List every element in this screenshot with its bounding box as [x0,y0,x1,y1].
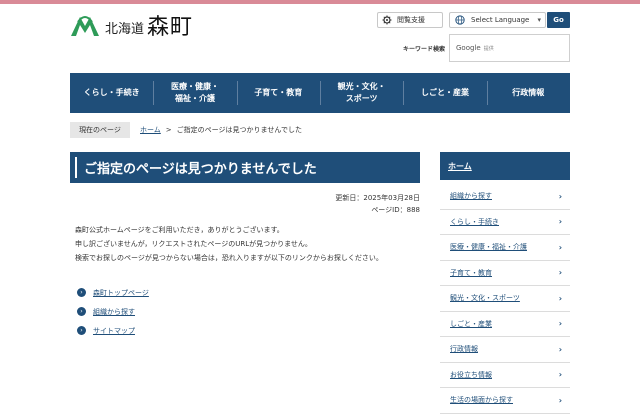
breadcrumb-separator-icon: > [165,126,172,134]
sidebar-item-label: 生活の場面から探す [450,396,513,405]
list-item: › 森町トップページ [77,283,149,302]
chevron-down-icon: ▾ [537,16,541,24]
chevron-right-icon: › [77,307,86,316]
logo-mark-icon [71,16,99,36]
breadcrumb: ホーム > ご指定のページは見つかりませんでした [140,122,302,138]
chevron-right-icon: › [558,191,562,201]
list-item: › 組織から探す [77,302,149,321]
body-paragraph: 申し訳ございませんが，リクエストされたページのURLが見つかりません。 [75,240,312,248]
list-item: › サイトマップ [77,321,149,340]
sidebar-item-living[interactable]: くらし・手続き › [440,210,570,235]
top-accent-bar [0,0,640,4]
body-paragraph: 森町公式ホームページをご利用いただき，ありがとうございます。 [75,226,284,234]
nav-item-work-industry[interactable]: しごと・産業 [403,73,486,113]
chevron-right-icon: › [558,395,562,405]
search-brand-sub: 提供 [483,45,494,52]
sidebar-item-label: 組織から探す [450,192,492,201]
sidebar-item-useful-info[interactable]: お役立ち情報 › [440,363,570,388]
sidebar-item-label: 子育て・教育 [450,268,492,277]
page-body: 森町公式ホームページをご利用いただき，ありがとうございます。 申し訳ございません… [75,223,420,265]
sidebar-menu: 組織から探す › くらし・手続き › 医療・健康・福祉・介護 › 子育て・教育 › 観光… [440,184,570,414]
chevron-right-icon: › [558,293,562,303]
chevron-right-icon: › [77,288,86,297]
sidebar-item-label: 観光・文化・スポーツ [450,294,520,303]
sidebar-item-label: しごと・産業 [450,319,492,328]
sidebar-item-administration[interactable]: 行政情報 › [440,337,570,363]
sidebar-item-childcare-education[interactable]: 子育て・教育 › [440,261,570,286]
sidebar-item-label: くらし・手続き [450,217,499,226]
chevron-right-icon: › [558,319,562,329]
sitemap-link[interactable]: サイトマップ [93,326,135,336]
gear-icon [382,15,392,25]
chevron-right-icon: › [558,344,562,354]
chevron-right-icon: › [558,370,562,380]
sidebar-item-life-scenes[interactable]: 生活の場面から探す › [440,388,570,414]
nav-item-health-welfare[interactable]: 医療・健康・ 福祉・介護 [153,73,236,113]
site-logo[interactable]: 北海道 森町 [70,12,194,40]
sidebar-item-label: お役立ち情報 [450,370,492,379]
language-select[interactable]: Select Language ▾ [449,12,546,28]
language-go-button[interactable]: Go [547,12,570,28]
nav-item-childcare-education[interactable]: 子育て・教育 [236,73,320,113]
nav-item-health-welfare-label: 医療・健康・ 福祉・介護 [170,82,219,103]
sidebar-item-health-welfare[interactable]: 医療・健康・福祉・介護 › [440,235,570,261]
sidebar-item-tourism-culture[interactable]: 観光・文化・スポーツ › [440,286,570,312]
reading-support-label: 閲覧支援 [397,16,425,24]
chevron-right-icon: › [558,268,562,278]
search-by-organization-link[interactable]: 組織から探す [93,307,135,317]
sidebar-item-work-industry[interactable]: しごと・産業 › [440,312,570,337]
updated-date: 更新日：2025年03月28日 [335,194,420,202]
logo-town-text: 森町 [147,15,194,40]
body-paragraph: 検索でお探しのページが見つからない場合は，恐れ入りますが以下のリンクからお探しく… [75,254,383,262]
page-title: ご指定のページは見つかりませんでした [70,152,420,183]
sidebar-heading[interactable]: ホーム [440,152,570,180]
search-input[interactable]: Google 提供 [449,34,570,62]
breadcrumb-tag: 現在のページ [70,122,130,138]
chevron-right-icon: › [77,326,86,335]
chevron-right-icon: › [558,242,562,252]
page-id: ページID：888 [371,206,420,214]
sidebar-item-organization[interactable]: 組織から探す › [440,184,570,210]
nav-item-administration[interactable]: 行政情報 [486,73,570,113]
sidebar-heading-label: ホーム [448,161,472,171]
logo-prefecture-text: 北海道 [105,21,145,37]
breadcrumb-home-link[interactable]: ホーム [140,125,161,135]
global-navigation: くらし・手続き 医療・健康・ 福祉・介護 子育て・教育 観光・文化・ スポーツ … [70,73,570,113]
chevron-right-icon: › [558,217,562,227]
nav-item-living[interactable]: くらし・手続き [70,73,153,113]
reading-support-button[interactable]: 閲覧支援 [377,12,443,28]
search-brand-text: Google [456,44,481,52]
nav-item-tourism-culture[interactable]: 観光・文化・ スポーツ [319,73,403,113]
language-select-label: Select Language [471,16,530,24]
top-page-link[interactable]: 森町トップページ [93,288,149,298]
sidebar-item-label: 医療・健康・福祉・介護 [450,243,527,252]
globe-icon [455,15,465,25]
sidebar-item-label: 行政情報 [450,345,478,354]
page-meta: 更新日：2025年03月28日 ページID：888 [335,192,420,216]
keyword-search-label: キーワード検索 [403,46,446,53]
recovery-links: › 森町トップページ › 組織から探す › サイトマップ [77,283,149,340]
breadcrumb-current: ご指定のページは見つかりませんでした [176,126,302,134]
nav-item-tourism-culture-label: 観光・文化・ スポーツ [337,82,386,103]
